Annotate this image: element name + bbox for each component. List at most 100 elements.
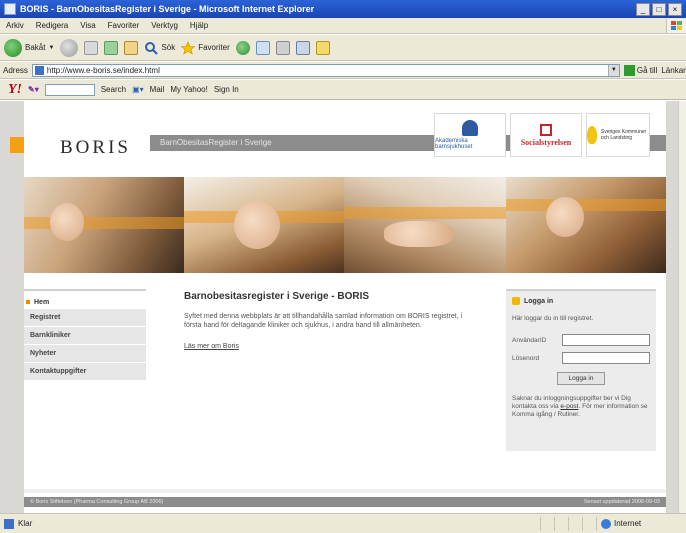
close-button[interactable]: ×: [668, 2, 682, 16]
boris-site: BORIS BarnObesitasRegister i Sverige Aka…: [10, 101, 666, 513]
ie-app-icon: [4, 3, 16, 15]
zone-label: Internet: [614, 519, 642, 528]
yahoo-mail-button[interactable]: Mail: [150, 85, 165, 94]
read-more-link[interactable]: Läs mer om Boris: [184, 343, 239, 350]
back-button[interactable]: Bakåt ▼: [4, 38, 54, 57]
partner-label: Akademiska barnsjukhuset: [435, 138, 473, 150]
photo-girl-pointing: [24, 177, 184, 273]
footer-divider: [24, 489, 666, 493]
maximize-button[interactable]: □: [652, 2, 666, 16]
skl-heart-icon: [587, 126, 597, 144]
edit-icon[interactable]: [295, 40, 310, 55]
photo-girl-reading: [506, 177, 666, 273]
yahoo-pencil-icon[interactable]: ✎▾: [28, 85, 39, 94]
email-link[interactable]: e-post: [560, 403, 578, 410]
main-content: Barnobesitasregister i Sverige - BORIS S…: [184, 291, 504, 350]
page-viewport: BORIS BarnObesitasRegister i Sverige Aka…: [0, 101, 678, 513]
window-titlebar: BORIS - BarnObesitasRegister i Sverige -…: [0, 0, 686, 18]
login-body: Här loggar du in till registret. Använda…: [506, 305, 656, 419]
yahoo-signin-button[interactable]: Sign In: [214, 85, 239, 94]
password-label: Lösenord: [512, 354, 540, 362]
login-title: Logga in: [524, 297, 554, 305]
login-button[interactable]: Logga in: [557, 372, 605, 385]
menu-view[interactable]: Visa: [80, 21, 95, 30]
partner-label: Socialstyrelsen: [520, 137, 572, 147]
security-zone: Internet: [596, 516, 686, 531]
go-button[interactable]: Gå till: [623, 64, 657, 76]
band-end: [650, 135, 666, 151]
nav-item-barnkliniker[interactable]: Barnkliniker: [24, 327, 146, 345]
search-button[interactable]: Sök: [144, 41, 175, 55]
address-input[interactable]: http://www.e-boris.se/index.html ▼: [31, 63, 620, 77]
yahoo-search-button[interactable]: Search: [101, 85, 126, 94]
akademiska-figure-icon: [462, 120, 478, 136]
back-arrow-icon: [4, 38, 22, 57]
password-row: Lösenord: [512, 352, 650, 364]
yahoo-logo-icon[interactable]: Y!: [8, 82, 22, 98]
browser-toolbar: Bakåt ▼ Sök Favoriter: [0, 35, 686, 61]
site-nav: Hem Registret Barnkliniker Nyheter Konta…: [24, 289, 146, 381]
go-arrow-icon: [623, 64, 635, 76]
folder-icon[interactable]: [315, 40, 330, 55]
nav-home-label: Hem: [34, 298, 50, 306]
search-icon: [145, 41, 159, 55]
partner-skl-logo[interactable]: Sveriges Kommuner och Landsting: [586, 113, 650, 157]
menu-edit[interactable]: Redigera: [36, 21, 68, 30]
forward-button[interactable]: [60, 38, 79, 57]
status-cells: Internet: [540, 516, 686, 531]
address-dropdown-icon[interactable]: ▼: [607, 64, 619, 76]
menu-favorites[interactable]: Favoriter: [108, 21, 140, 30]
menu-file[interactable]: Arkiv: [6, 21, 24, 30]
page-status-icon: [4, 518, 14, 529]
page-icon: [34, 65, 44, 75]
minimize-button[interactable]: _: [636, 2, 650, 16]
history-icon[interactable]: [235, 40, 250, 55]
footer-updated: Senast uppdaterad 2006-09-03: [583, 499, 660, 505]
yahoo-search-input[interactable]: [44, 83, 95, 96]
username-row: AnvändarID: [512, 334, 650, 346]
nav-item-kontaktuppgifter[interactable]: Kontaktuppgifter: [24, 363, 146, 381]
orange-accent: [10, 137, 24, 153]
status-cell: [582, 516, 596, 531]
login-intro: Här loggar du in till registret.: [512, 315, 594, 322]
mail-icon[interactable]: [255, 40, 270, 55]
refresh-icon[interactable]: [104, 40, 119, 55]
menu-tools[interactable]: Verktyg: [151, 21, 178, 30]
username-label: AnvändarID: [512, 336, 547, 344]
menubar: Arkiv Redigera Visa Favoriter Verktyg Hj…: [0, 18, 686, 34]
nav-item-home[interactable]: Hem: [24, 295, 146, 309]
yahoo-bookmark-icon[interactable]: ▣▾: [132, 85, 144, 94]
menu-help[interactable]: Hjälp: [190, 21, 208, 30]
links-button[interactable]: Länkar: [661, 66, 685, 75]
home-icon[interactable]: [124, 40, 139, 55]
partner-akademiska-logo[interactable]: Akademiska barnsjukhuset: [434, 113, 506, 157]
address-url: http://www.e-boris.se/index.html: [46, 65, 160, 75]
vertical-scrollbar[interactable]: [678, 101, 686, 513]
yahoo-toolbar: Y! ✎▾ Search ▣▾ Mail My Yahoo! Sign In: [0, 80, 686, 100]
nav-item-registret[interactable]: Registret: [24, 309, 146, 327]
login-header: Logga in: [506, 291, 656, 305]
site-tagline: BarnObesitasRegister i Sverige: [160, 138, 272, 147]
yahoo-my-button[interactable]: My Yahoo!: [170, 85, 208, 94]
address-bar: Adress http://www.e-boris.se/index.html …: [0, 62, 686, 79]
status-cell: [554, 516, 568, 531]
site-header: BORIS BarnObesitasRegister i Sverige Aka…: [10, 101, 666, 167]
favorites-button[interactable]: Favoriter: [181, 40, 230, 55]
socialstyrelsen-emblem-icon: [540, 123, 552, 136]
stop-icon[interactable]: [84, 40, 99, 55]
partner-label: Sveriges Kommuner och Landsting: [600, 129, 647, 141]
status-cell: [568, 516, 582, 531]
star-icon: [181, 40, 196, 55]
print-icon[interactable]: [275, 40, 290, 55]
favorites-label: Favoriter: [198, 43, 230, 52]
username-input[interactable]: [562, 334, 650, 346]
partner-socialstyrelsen-logo[interactable]: Socialstyrelsen: [510, 113, 582, 157]
nav-item-nyheter[interactable]: Nyheter: [24, 345, 146, 363]
boris-logo[interactable]: BORIS: [60, 137, 131, 159]
login-help-text: Saknar du inloggningsuppgifter ber vi Di…: [512, 395, 650, 419]
search-label: Sök: [161, 43, 176, 52]
password-input[interactable]: [562, 352, 650, 364]
globe-icon: [601, 518, 611, 529]
footer-copyright: © Boris Stiftelsen (Pharma Consulting Gr…: [30, 499, 164, 505]
site-footer: © Boris Stiftelsen (Pharma Consulting Gr…: [24, 497, 666, 507]
